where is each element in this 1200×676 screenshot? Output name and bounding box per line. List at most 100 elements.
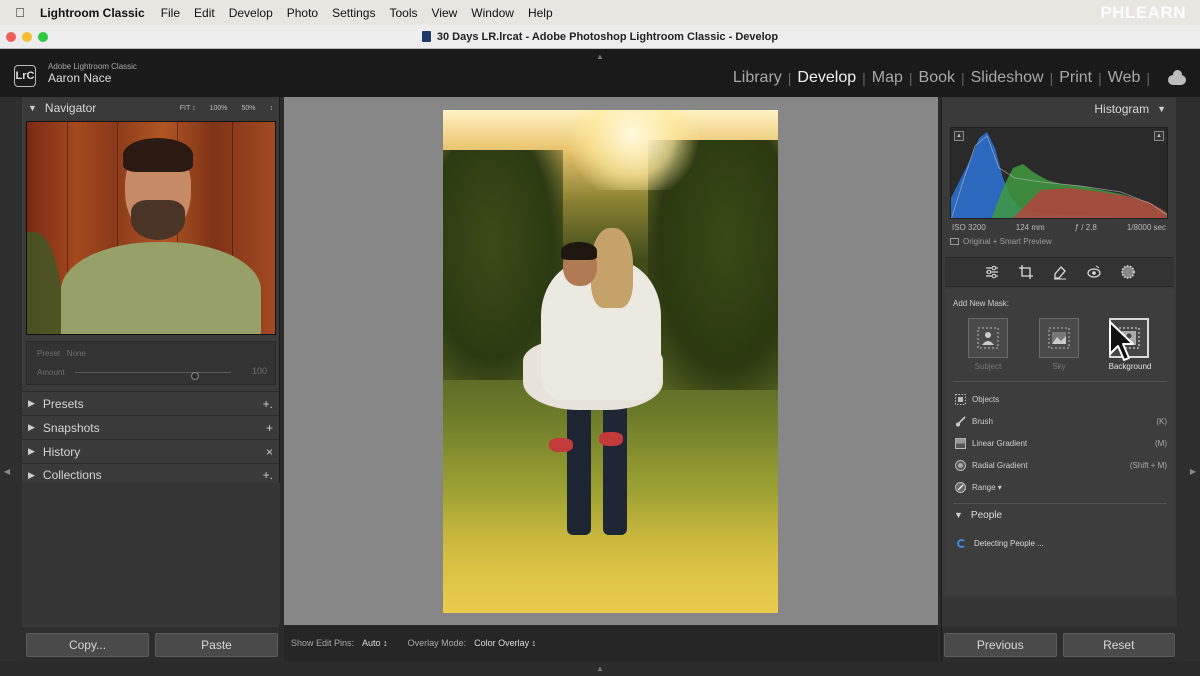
copy-button[interactable]: Copy... [26, 633, 149, 657]
overlay-mode-select[interactable]: Color Overlay ↕ [474, 638, 536, 648]
objects-option[interactable]: Objects [955, 391, 1167, 407]
objects-icon [955, 393, 966, 405]
collapse-triangle-icon[interactable]: ▼ [28, 103, 37, 113]
module-slideshow[interactable]: Slideshow [965, 69, 1050, 87]
image-canvas[interactable] [284, 97, 938, 625]
clear-history-icon[interactable]: × [266, 445, 273, 459]
edit-pins-select[interactable]: Auto ↕ [362, 638, 388, 648]
histogram-header[interactable]: Histogram ▼ [942, 97, 1176, 121]
menu-edit[interactable]: Edit [194, 6, 215, 20]
section-label: History [42, 444, 81, 459]
filmstrip-toggle-icon[interactable]: ▲ [596, 664, 604, 673]
sky-icon [1048, 327, 1070, 349]
menu-help[interactable]: Help [528, 6, 553, 20]
red-eye-icon[interactable] [1086, 264, 1102, 280]
linear-gradient-option[interactable]: Linear Gradient (M) [955, 435, 1167, 451]
previous-button[interactable]: Previous [944, 633, 1057, 657]
menu-photo[interactable]: Photo [287, 6, 318, 20]
apple-icon[interactable]:  [0, 5, 40, 20]
right-panel-toggle-icon[interactable]: ▶ [1190, 467, 1196, 476]
amount-slider-knob[interactable] [191, 372, 200, 380]
add-new-mask-label: Add New Mask: [953, 299, 1010, 308]
plant-shape [27, 232, 63, 334]
module-library[interactable]: Library [727, 69, 788, 87]
expand-triangle-icon[interactable]: ▶ [28, 398, 35, 409]
man-hair [561, 242, 597, 260]
radial-gradient-option[interactable]: Radial Gradient (Shift + M) [955, 457, 1167, 473]
close-window-icon[interactable] [6, 32, 16, 42]
smart-preview-icon [950, 238, 959, 245]
shadow-clipping-icon[interactable]: ▲ [954, 131, 964, 141]
preset-amount-box: Preset None Amount 100 [26, 341, 276, 385]
select-sky-button[interactable] [1039, 318, 1079, 358]
option-shortcut: (Shift + M) [1129, 460, 1167, 470]
menu-view[interactable]: View [431, 6, 457, 20]
expand-triangle-icon[interactable]: ▶ [28, 422, 35, 433]
top-panel-toggle-icon[interactable]: ▲ [596, 52, 604, 61]
healing-eraser-icon[interactable] [1052, 264, 1068, 280]
sliders-icon[interactable] [984, 264, 1000, 280]
amount-slider-track[interactable] [75, 372, 231, 380]
range-option[interactable]: Range ▾ [955, 479, 1167, 495]
left-panel-empty-area [22, 483, 280, 625]
history-section[interactable]: ▶ History × [22, 439, 279, 463]
window-title-bar: 30 Days LR.lrcat - Adobe Photoshop Light… [0, 25, 1200, 49]
menu-app-name[interactable]: Lightroom Classic [40, 6, 145, 20]
zoom-window-icon[interactable] [38, 32, 48, 42]
add-collection-icon[interactable]: +. [263, 468, 273, 482]
zoom-fit[interactable]: FIT ↕ [180, 105, 196, 112]
crop-icon[interactable] [1018, 264, 1034, 280]
exif-focal: 124 mm [1015, 222, 1045, 232]
highlight-clipping-icon[interactable]: ▲ [1154, 131, 1164, 141]
radial-gradient-icon [955, 459, 966, 471]
menu-file[interactable]: File [161, 6, 180, 20]
module-print[interactable]: Print [1053, 69, 1098, 87]
snapshots-section[interactable]: ▶ Snapshots + [22, 415, 279, 439]
zoom-100[interactable]: 100% [210, 105, 228, 112]
option-label: Range ▾ [972, 482, 1002, 492]
presets-section[interactable]: ▶ Presets +. [22, 391, 279, 415]
mask-divider [953, 503, 1167, 504]
zoom-custom[interactable]: ↕ [270, 105, 274, 112]
minimize-window-icon[interactable] [22, 32, 32, 42]
menu-tools[interactable]: Tools [389, 6, 417, 20]
people-section-header[interactable]: ▼ People [954, 510, 1002, 521]
expand-triangle-icon[interactable]: ▶ [28, 470, 35, 481]
left-bottom-buttons: Copy... Paste [22, 627, 280, 661]
menu-develop[interactable]: Develop [229, 6, 273, 20]
select-subject-button[interactable] [968, 318, 1008, 358]
masking-icon[interactable] [1120, 264, 1136, 280]
expand-triangle-icon[interactable]: ▶ [28, 446, 35, 457]
add-snapshot-icon[interactable]: + [266, 421, 273, 435]
module-web[interactable]: Web [1102, 69, 1147, 87]
right-panel-empty-area [942, 597, 1177, 627]
module-book[interactable]: Book [913, 69, 961, 87]
zoom-50[interactable]: 50% [241, 105, 255, 112]
main-photo[interactable] [443, 110, 778, 613]
module-develop[interactable]: Develop [791, 69, 862, 87]
option-label: Objects [972, 394, 1000, 404]
product-name: Adobe Lightroom Classic [48, 62, 137, 71]
mouse-pointer-icon [1109, 321, 1134, 361]
menu-window[interactable]: Window [471, 6, 514, 20]
system-menu-bar:  Lightroom Classic File Edit Develop Ph… [0, 0, 1200, 25]
brush-option[interactable]: Brush (K) [955, 413, 1167, 429]
navigator-preview[interactable] [26, 121, 276, 335]
navigator-header[interactable]: ▼ Navigator FIT ↕ 100% 50% ↕ [22, 97, 279, 119]
smart-preview-status[interactable]: Original + Smart Preview [950, 237, 1052, 246]
develop-tool-strip [945, 257, 1174, 287]
left-panel-toggle-icon[interactable]: ◀ [4, 467, 10, 476]
collapse-triangle-icon[interactable]: ▼ [954, 510, 963, 520]
presenter-beard [131, 200, 185, 240]
reset-button[interactable]: Reset [1062, 633, 1175, 657]
exif-aperture: ƒ / 2.8 [1074, 222, 1097, 232]
histogram-graph[interactable]: ▲ ▲ [950, 127, 1168, 219]
subject-icon [977, 327, 999, 349]
menu-settings[interactable]: Settings [332, 6, 375, 20]
collapse-triangle-icon[interactable]: ▼ [1157, 104, 1166, 114]
add-preset-icon[interactable]: +. [263, 397, 273, 411]
module-map[interactable]: Map [866, 69, 909, 87]
paste-button[interactable]: Paste [155, 633, 278, 657]
cloud-sync-icon[interactable] [1168, 70, 1186, 85]
amount-row: Amount 100 [37, 366, 267, 380]
